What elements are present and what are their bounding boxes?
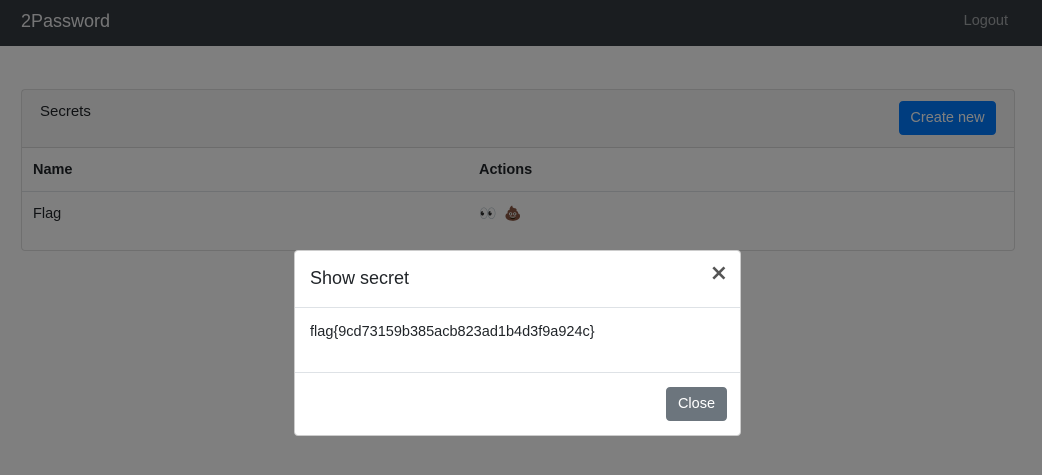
modal-title: Show secret [310, 268, 410, 288]
show-secret-modal: Show secret × flag{9cd73159b385acb823ad1… [294, 250, 741, 436]
close-icon[interactable]: × [710, 263, 728, 285]
modal-header: Show secret × [295, 251, 740, 308]
close-button[interactable]: Close [666, 387, 727, 421]
modal-footer: Close [295, 372, 740, 437]
secret-value: flag{9cd73159b385acb823ad1b4d3f9a924c} [310, 324, 595, 340]
